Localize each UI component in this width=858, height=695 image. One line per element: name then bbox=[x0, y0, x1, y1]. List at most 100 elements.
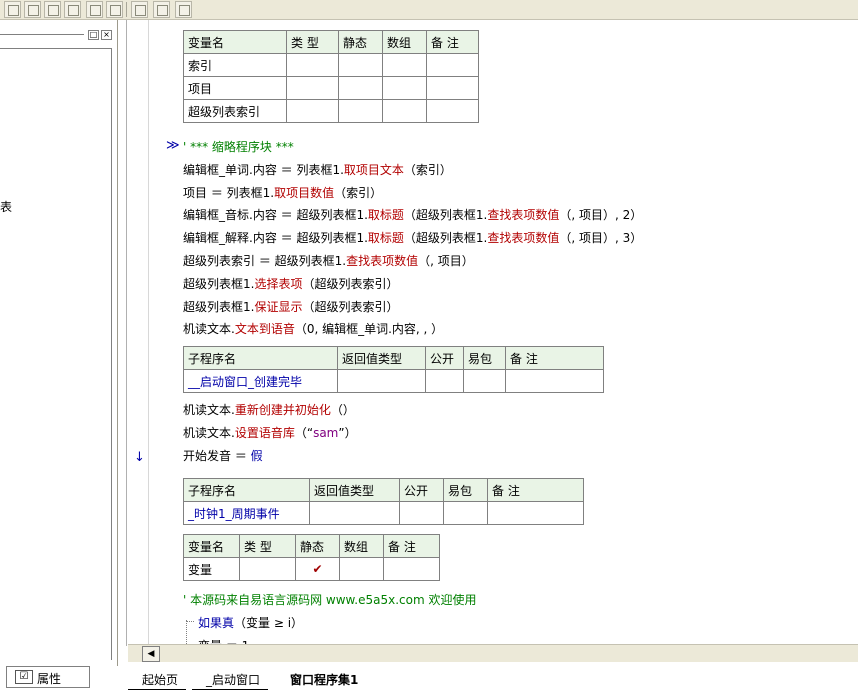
table-cell[interactable] bbox=[426, 53, 479, 77]
code-token: 机读文本. bbox=[183, 425, 235, 440]
table-cell[interactable] bbox=[286, 99, 339, 123]
code-token: （, 项目）, 3） bbox=[559, 231, 643, 246]
sub-header-pack: 易包 bbox=[463, 346, 506, 370]
sub-header-note: 备 注 bbox=[505, 346, 604, 370]
code-line[interactable]: 机读文本.重新创建并初始化（） bbox=[183, 402, 355, 418]
table-cell[interactable]: 超级列表索引 bbox=[183, 99, 287, 123]
table-cell[interactable] bbox=[337, 369, 426, 393]
same-height-icon[interactable] bbox=[106, 1, 123, 18]
table-cell[interactable] bbox=[443, 501, 488, 525]
var-header-note: 备 注 bbox=[426, 30, 479, 54]
subroutine-name-cell[interactable]: _时钟1_周期事件 bbox=[183, 501, 310, 525]
code-line[interactable]: ' 本源码来自易语言源码网 www.e5a5x.com 欢迎使用 bbox=[183, 592, 476, 608]
code-line[interactable]: ' *** 缩略程序块 *** bbox=[183, 139, 294, 155]
code-token: 项目 ＝ 列表框1. bbox=[183, 185, 275, 200]
horizontal-scrollbar[interactable]: ◀ bbox=[128, 644, 858, 662]
code-line[interactable]: 超级列表框1.选择表项（超级列表索引） bbox=[183, 276, 398, 292]
table-cell[interactable] bbox=[338, 53, 383, 77]
tab-startup-window[interactable]: _启动窗口 bbox=[192, 668, 269, 690]
same-width-icon[interactable] bbox=[86, 1, 103, 18]
table-cell[interactable] bbox=[286, 76, 339, 100]
code-line[interactable]: 编辑框_单词.内容 ＝ 列表框1.取项目文本（索引） bbox=[183, 162, 452, 178]
table-cell[interactable]: 项目 bbox=[183, 76, 287, 100]
table-cell[interactable] bbox=[338, 76, 383, 100]
code-token: （） bbox=[330, 403, 355, 417]
align-left-icon[interactable] bbox=[4, 1, 21, 18]
table-row[interactable]: __启动窗口_创建完毕 bbox=[183, 369, 604, 393]
code-line[interactable]: 机读文本.设置语音库（“sam”） bbox=[183, 425, 357, 441]
code-line[interactable]: 开始发音 ＝ 假 bbox=[183, 448, 263, 464]
table-row[interactable]: 变量 ✔ bbox=[183, 557, 440, 581]
table-cell[interactable] bbox=[426, 76, 479, 100]
var-header-name: 变量名 bbox=[183, 30, 287, 54]
table-cell[interactable] bbox=[425, 369, 464, 393]
code-token: 查找表项数值 bbox=[487, 208, 560, 223]
code-token: 取标题 bbox=[367, 231, 404, 246]
table-cell[interactable] bbox=[426, 99, 479, 123]
table-cell[interactable] bbox=[309, 501, 400, 525]
table-cell[interactable] bbox=[339, 557, 384, 581]
table-cell[interactable]: 变量 bbox=[183, 557, 240, 581]
flow-guide-branch bbox=[186, 621, 194, 622]
code-token: 编辑框_音标.内容 ＝ 超级列表框1. bbox=[183, 208, 368, 223]
code-token: （超级列表框1. bbox=[403, 231, 488, 246]
minimize-button[interactable]: □ bbox=[88, 30, 99, 40]
fold-marker-icon[interactable]: ≫ bbox=[166, 138, 180, 153]
editor-gutter bbox=[127, 20, 149, 646]
scroll-left-icon[interactable]: ◀ bbox=[142, 646, 160, 662]
code-line[interactable]: 超级列表框1.保证显示（超级列表索引） bbox=[183, 299, 398, 315]
code-token: 查找表项数值 bbox=[346, 254, 419, 268]
subroutine-name-cell[interactable]: __启动窗口_创建完毕 bbox=[183, 369, 338, 393]
code-token: 选择表项 bbox=[254, 276, 303, 291]
arrow-down-icon: ↓ bbox=[134, 450, 145, 465]
tab-start-page[interactable]: 起始页 bbox=[128, 668, 187, 690]
code-token: 编辑框_解释.内容 ＝ 超级列表框1. bbox=[183, 231, 368, 246]
table-cell[interactable] bbox=[382, 53, 427, 77]
table-cell[interactable] bbox=[399, 501, 444, 525]
center-h-icon[interactable] bbox=[153, 1, 170, 18]
local-variable-table: 变量名 类 型 静态 数组 备 注 变量 ✔ bbox=[183, 534, 440, 581]
code-line[interactable]: 编辑框_解释.内容 ＝ 超级列表框1.取标题（超级列表框1.查找表项数值（, 项… bbox=[183, 230, 642, 246]
layout-toolbar bbox=[0, 0, 858, 20]
properties-tab[interactable]: ☑ 属性 bbox=[6, 666, 90, 688]
code-token: （, 项目）, 2） bbox=[559, 208, 643, 223]
align-center-icon[interactable] bbox=[24, 1, 41, 18]
table-cell[interactable] bbox=[382, 99, 427, 123]
table-row[interactable]: 超级列表索引 bbox=[183, 99, 479, 123]
code-token: （“ bbox=[294, 425, 314, 440]
static-checkmark-icon[interactable]: ✔ bbox=[295, 557, 340, 581]
sub-header-pack: 易包 bbox=[443, 478, 488, 502]
code-token: （变量 ≥ i） bbox=[234, 615, 304, 630]
code-line[interactable]: 超级列表索引 ＝ 超级列表框1.查找表项数值（, 项目） bbox=[183, 253, 474, 269]
code-token: 机读文本. bbox=[183, 403, 235, 417]
variable-table: 变量名 类 型 静态 数组 备 注 索引 项目 超级列表索引 bbox=[183, 30, 479, 123]
table-cell[interactable] bbox=[505, 369, 604, 393]
center-v-icon[interactable] bbox=[175, 1, 192, 18]
tab-window-assembly[interactable]: 窗口程序集1 bbox=[276, 668, 367, 690]
table-cell[interactable]: 索引 bbox=[183, 53, 287, 77]
table-cell[interactable] bbox=[239, 557, 296, 581]
table-row[interactable]: 索引 bbox=[183, 53, 479, 77]
grid-icon[interactable] bbox=[131, 1, 148, 18]
code-line[interactable]: 机读文本.文本到语音（0, 编辑框_单词.内容, , ） bbox=[183, 321, 443, 337]
code-line[interactable]: 如果真（变量 ≥ i） bbox=[198, 615, 303, 631]
var-header-type: 类 型 bbox=[286, 30, 339, 54]
code-token: （索引） bbox=[403, 162, 452, 177]
table-cell[interactable] bbox=[286, 53, 339, 77]
align-justify-icon[interactable] bbox=[64, 1, 81, 18]
code-line[interactable]: 项目 ＝ 列表框1.取项目数值（索引） bbox=[183, 185, 382, 201]
table-cell[interactable] bbox=[383, 557, 440, 581]
table-row[interactable]: _时钟1_周期事件 bbox=[183, 501, 584, 525]
var-header-static: 静态 bbox=[295, 534, 340, 558]
close-button[interactable]: × bbox=[101, 30, 112, 40]
table-cell[interactable] bbox=[338, 99, 383, 123]
table-cell[interactable] bbox=[382, 76, 427, 100]
table-cell[interactable] bbox=[487, 501, 584, 525]
code-token: 假 bbox=[250, 448, 263, 463]
align-right-icon[interactable] bbox=[44, 1, 61, 18]
code-token: （超级列表索引） bbox=[302, 276, 399, 291]
table-row[interactable]: 项目 bbox=[183, 76, 479, 100]
flow-guide-line bbox=[186, 620, 187, 644]
table-cell[interactable] bbox=[463, 369, 506, 393]
code-line[interactable]: 编辑框_音标.内容 ＝ 超级列表框1.取标题（超级列表框1.查找表项数值（, 项… bbox=[183, 207, 642, 223]
